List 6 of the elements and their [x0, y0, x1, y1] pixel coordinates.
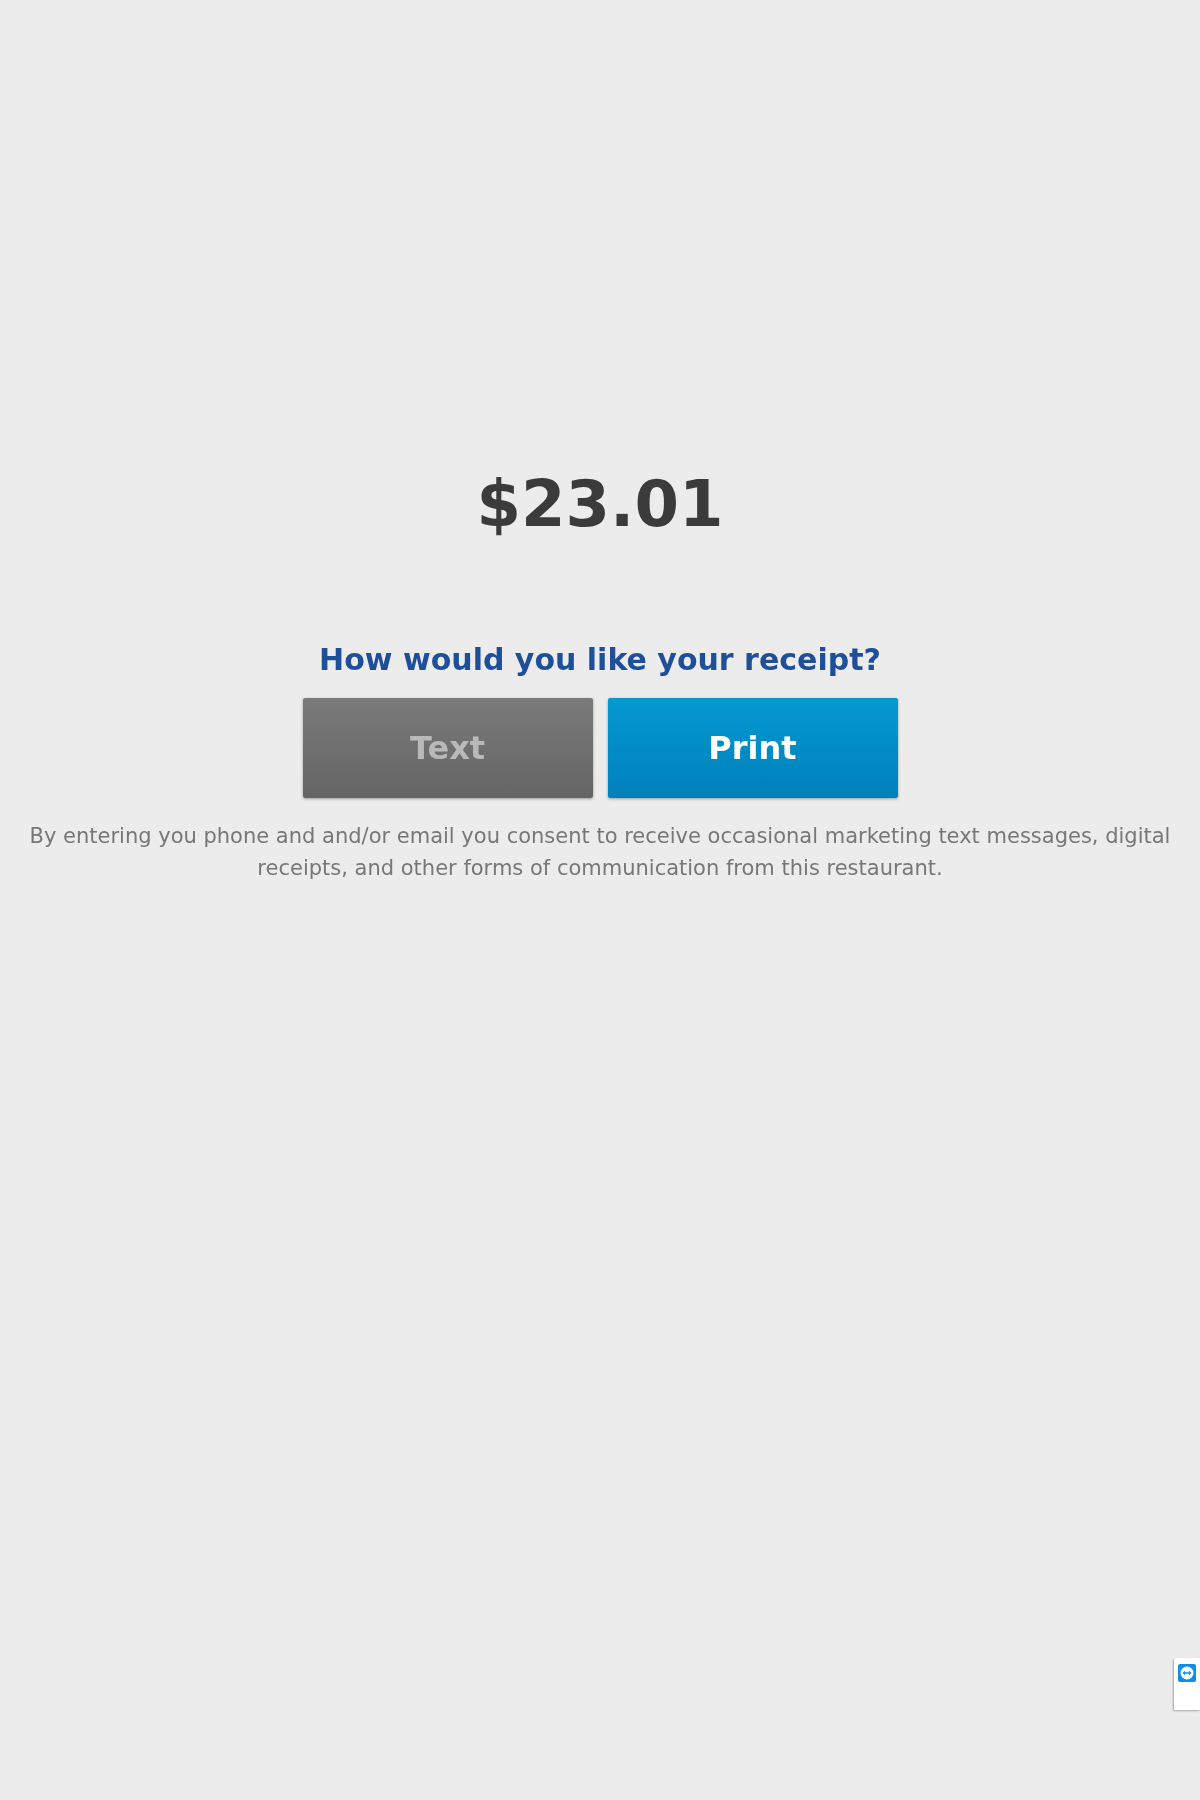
remote-support-tab[interactable] — [1174, 1658, 1200, 1710]
receipt-question: How would you like your receipt? — [319, 641, 881, 679]
double-arrow-icon — [1178, 1664, 1196, 1682]
print-button[interactable]: Print — [607, 698, 898, 798]
amount-total: $23.01 — [476, 466, 724, 543]
consent-disclaimer: By entering you phone and and/or email you consent to receive occasional marketing text messages, digital receipts, and other forms of communication from this restaurant. — [28, 823, 1172, 882]
